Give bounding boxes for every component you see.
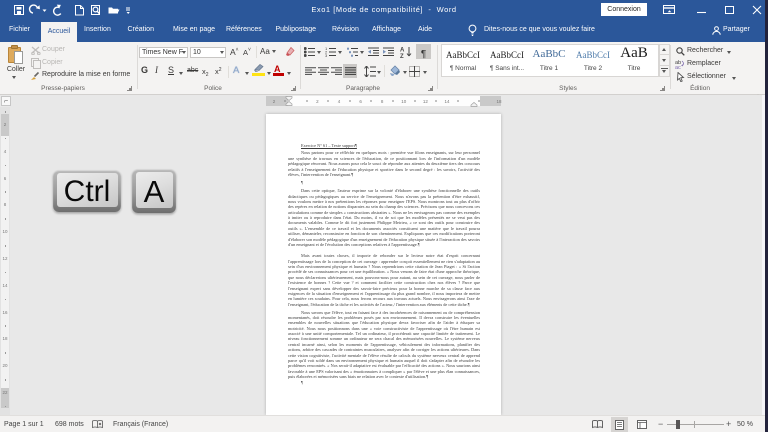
svg-text:ac: ac — [675, 65, 681, 69]
svg-text:A: A — [400, 48, 405, 54]
svg-text:Z: Z — [400, 54, 404, 58]
svg-text:3: 3 — [325, 53, 328, 57]
